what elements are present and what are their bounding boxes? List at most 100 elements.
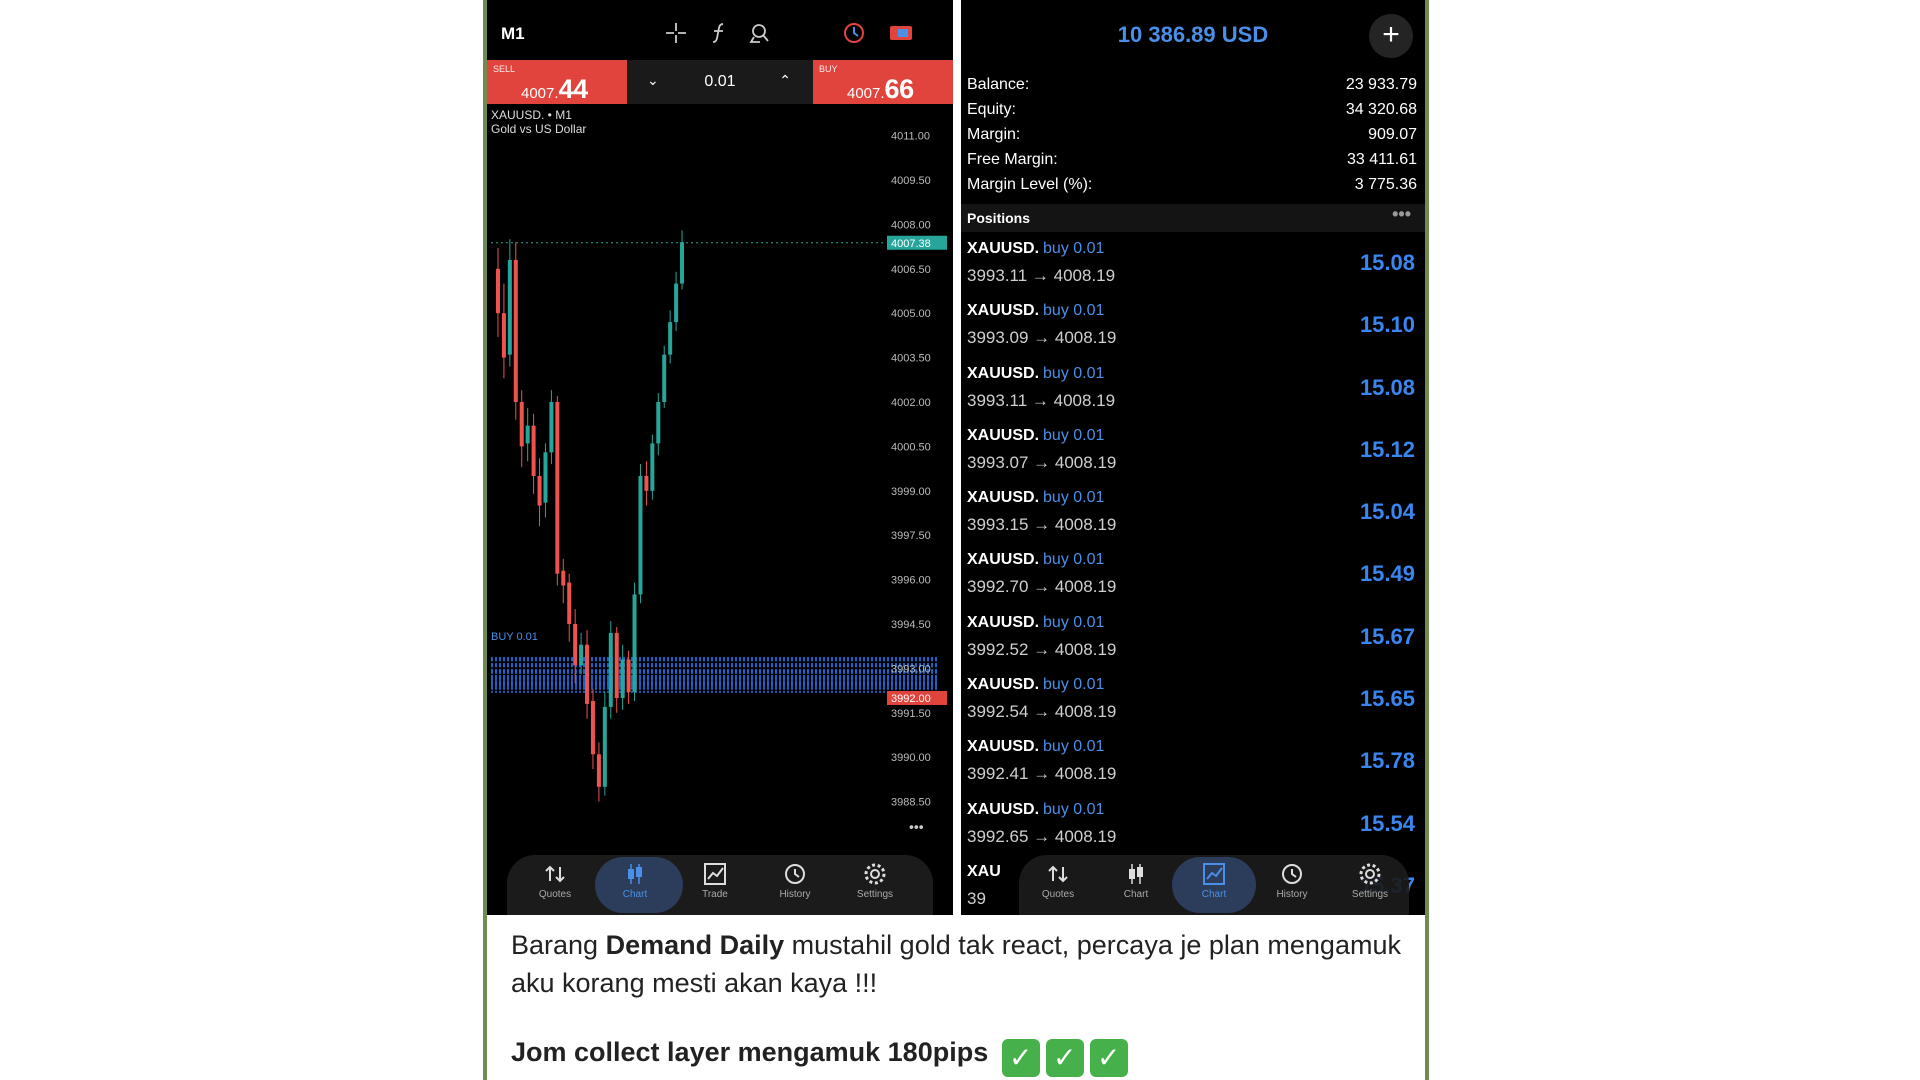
candle-body — [596, 754, 601, 787]
lot-stepper[interactable]: ⌄ 0.01 ⌃ — [627, 60, 813, 104]
position-prices: 3993.11 → 4008.19 — [967, 266, 1116, 285]
position-row[interactable]: XAUUSD. buy 0.01 3992.54 → 4008.19 15.65 — [961, 672, 1425, 734]
position-symbol: XAUUSD. — [967, 800, 1040, 818]
position-prices: 39 — [967, 888, 986, 908]
position-prices: 3993.09 → 4008.19 — [967, 328, 1117, 348]
candle-body — [662, 354, 667, 402]
candle-body — [644, 476, 649, 491]
candle-body — [620, 659, 625, 698]
check-mark-icon: ✓ — [1089, 1039, 1128, 1077]
position-row[interactable]: XAUUSD. buy 0.01 3993.09 → 4008.19 15.10 — [961, 298, 1425, 360]
buy-button[interactable]: BUY 4007.66 — [813, 60, 953, 104]
message-bold: Demand Daily — [605, 930, 785, 960]
nav-chart[interactable]: Chart — [595, 857, 683, 913]
check-mark-icon: ✓ — [1001, 1039, 1040, 1077]
positions-title: Positions — [967, 210, 1031, 226]
sell-button[interactable]: SELL 4007.44 — [487, 60, 627, 104]
timeframe-button[interactable]: M1 — [501, 24, 525, 44]
chevron-up-icon[interactable]: ⌃ — [779, 72, 791, 89]
position-profit: 15.08 — [1359, 374, 1415, 400]
position-row[interactable]: XAUUSD. buy 0.01 3993.11 → 4008.19 15.08 — [961, 361, 1425, 423]
position-symbol: XAU — [967, 862, 1001, 880]
candle-body — [531, 425, 536, 476]
position-symbol: XAUUSD. — [967, 613, 1040, 631]
nav-quotes[interactable]: Quotes — [515, 861, 595, 900]
nav-quotes[interactable]: Quotes — [1019, 861, 1097, 900]
candle-body — [549, 402, 554, 453]
candlestick-chart[interactable]: 4011.00 4009.50 4008.00 4006.50 4005.00 4003.… — [487, 106, 953, 867]
position-row[interactable]: XAUUSD. buy 0.01 3992.52 → 4008.19 15.67 — [961, 610, 1425, 672]
position-row[interactable]: XAUUSD. buy 0.01 3992.70 → 4008.19 15.49 — [961, 547, 1425, 609]
candle-body — [614, 632, 619, 698]
nav-settings[interactable]: Settings — [835, 861, 915, 900]
bottom-nav-left: Quotes Chart Trade History Settings — [507, 855, 933, 915]
position-row[interactable]: XAUUSD. buy 0.01 3993.07 → 4008.19 15.12 — [961, 423, 1425, 485]
y-tick-label: 3999.00 — [891, 486, 931, 498]
one-click-trading-icon[interactable] — [889, 22, 913, 44]
sell-price-tag: 3992.00 — [891, 693, 931, 705]
y-tick-label: 4008.00 — [891, 219, 931, 231]
position-direction: buy 0.01 — [1043, 800, 1105, 818]
candle-body — [608, 632, 613, 707]
nav-chart[interactable]: Chart — [1097, 861, 1175, 900]
chart-symbol: XAUUSD. • M1 — [491, 108, 572, 122]
account-value: 33 411.61 — [1347, 151, 1417, 168]
nav-trade[interactable]: Chart — [1172, 857, 1256, 913]
chart-symbol-info: XAUUSD. • M1 Gold vs US Dollar — [491, 108, 586, 136]
new-order-button[interactable]: + — [1369, 14, 1413, 58]
position-row[interactable]: XAUUSD. buy 0.01 3992.41 → 4008.19 15.78 — [961, 734, 1425, 796]
chat-message: M1 SELL 4007.44 ⌄ 0.01 ⌃ BUY 4007.66 401… — [483, 0, 1429, 1080]
candle-body — [590, 700, 595, 755]
crosshair-icon[interactable] — [665, 22, 687, 44]
more-icon[interactable]: ••• — [1392, 204, 1411, 225]
position-symbol: XAUUSD. — [967, 364, 1040, 382]
position-prices: 3992.54 → 4008.19 — [967, 702, 1117, 722]
sell-price: 4007.44 — [521, 74, 588, 104]
position-profit: 15.04 — [1359, 499, 1415, 525]
settings-icon — [835, 861, 915, 887]
candle-body — [585, 644, 590, 704]
account-summary: Balance: 23 933.79 Equity: 34 320.68 Margin:… — [967, 76, 1417, 201]
position-row[interactable]: XAUUSD. buy 0.01 3992.65 → 4008.19 15.54 — [961, 797, 1425, 859]
price-chart[interactable]: 4011.00 4009.50 4008.00 4006.50 4005.00 4003.… — [487, 106, 953, 867]
position-symbol: XAUUSD. — [967, 551, 1040, 569]
nav-history[interactable]: History — [755, 861, 835, 900]
candle-body — [513, 259, 518, 402]
position-direction: buy 0.01 — [1043, 676, 1105, 694]
chart-screenshot[interactable]: M1 SELL 4007.44 ⌄ 0.01 ⌃ BUY 4007.66 401… — [487, 0, 953, 915]
position-symbol: XAUUSD. — [967, 738, 1040, 756]
candle-body — [537, 476, 542, 506]
candle-body — [668, 322, 673, 355]
nav-trade[interactable]: Trade — [675, 861, 755, 900]
account-row: Free Margin: 33 411.61 — [967, 151, 1417, 176]
y-tick-label: 3996.00 — [891, 575, 931, 587]
history-icon — [755, 861, 835, 887]
nav-history[interactable]: History — [1253, 861, 1331, 900]
candle-body — [674, 283, 679, 323]
y-tick-label: 4000.50 — [891, 441, 931, 453]
clock-icon[interactable] — [843, 22, 865, 44]
candle-body — [501, 313, 506, 358]
indicators-icon[interactable] — [709, 22, 729, 44]
y-tick-label: 4002.00 — [891, 397, 931, 409]
bottom-nav-right: Quotes Chart Chart History Settings — [1019, 855, 1409, 915]
y-tick-label: 3994.50 — [891, 619, 931, 631]
position-row[interactable]: XAUUSD. buy 0.01 3993.15 → 4008.19 15.04 — [961, 485, 1425, 547]
y-tick-label: 4009.50 — [891, 175, 931, 187]
position-row[interactable]: XAUUSD. buy 0.01 3993.11 → 4008.19 15.08 — [961, 236, 1425, 298]
position-direction: buy 0.01 — [1043, 738, 1105, 756]
position-profit: 15.10 — [1359, 312, 1415, 338]
trade-header: 10 386.89 USD + — [961, 0, 1425, 66]
position-profit: 15.49 — [1359, 561, 1415, 587]
position-profit: 15.65 — [1359, 686, 1415, 712]
nav-settings[interactable]: Settings — [1331, 861, 1409, 900]
position-direction: buy 0.01 — [1043, 364, 1105, 382]
trade-screenshot[interactable]: 10 386.89 USD + Balance: 23 933.79 Equity:… — [961, 0, 1425, 915]
objects-icon[interactable] — [749, 22, 771, 44]
account-key: Free Margin: — [967, 151, 1058, 168]
position-profit: 15.08 — [1359, 250, 1415, 275]
candle-body — [602, 706, 607, 787]
account-key: Balance: — [967, 76, 1030, 93]
one-click-trade-bar: SELL 4007.44 ⌄ 0.01 ⌃ BUY 4007.66 — [487, 60, 953, 104]
candle-body — [632, 594, 637, 693]
